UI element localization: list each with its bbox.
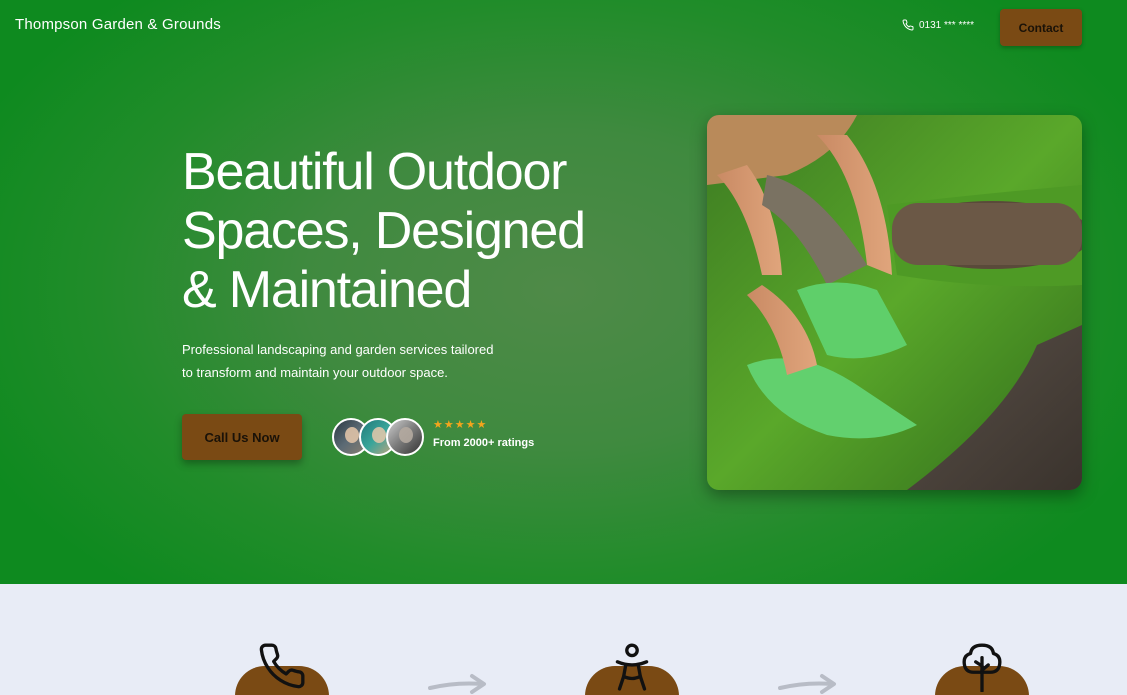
person-icon: [615, 643, 649, 691]
headline-line-1: Beautiful Outdoor: [182, 143, 568, 201]
subtext-line-2: to transform and maintain your outdoor s…: [182, 365, 448, 380]
customer-avatar: [386, 418, 424, 456]
phone-icon: [902, 19, 914, 31]
gardener-laying-turf-photo: [707, 115, 1082, 490]
phone-icon: [259, 643, 305, 689]
contact-button[interactable]: Contact: [1000, 9, 1082, 46]
headline-line-3: & Maintained: [182, 261, 472, 319]
phone-number: 0131 *** ****: [919, 19, 975, 31]
ratings-count: From 2000+ ratings: [433, 437, 535, 449]
headline-line-2: Spaces, Designed: [182, 202, 586, 260]
process-section: [0, 584, 1127, 695]
hero-subtext: Professional landscaping and garden serv…: [182, 338, 512, 384]
call-us-now-button[interactable]: Call Us Now: [182, 414, 302, 460]
subtext-line-1: Professional landscaping and garden serv…: [182, 342, 494, 357]
arrow-right-icon: [428, 674, 486, 694]
step-consult: [585, 640, 679, 695]
customer-avatars: [332, 418, 424, 456]
arrow-right-icon: [778, 674, 836, 694]
tree-icon: [962, 643, 1002, 692]
step-garden: [935, 640, 1029, 695]
step-call: [235, 640, 329, 695]
star-rating: ★★★★★: [433, 419, 488, 431]
hero-section: Thompson Garden & Grounds 0131 *** **** …: [0, 0, 1127, 584]
brand-name[interactable]: Thompson Garden & Grounds: [15, 16, 221, 33]
hero-headline: Beautiful Outdoor Spaces, Designed & Mai…: [182, 143, 652, 320]
header-phone[interactable]: 0131 *** ****: [902, 19, 974, 31]
